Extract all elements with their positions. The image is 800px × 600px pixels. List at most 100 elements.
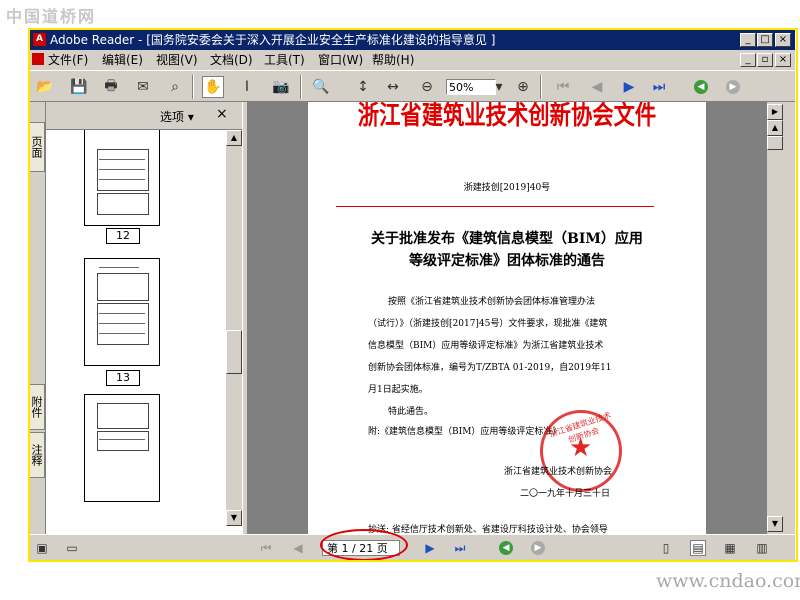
doc-scroll-thumb[interactable] — [767, 136, 783, 150]
tab-pages[interactable]: 页面 — [30, 122, 45, 172]
page-indicator-highlight — [320, 529, 408, 560]
scroll-thumb[interactable] — [226, 330, 242, 374]
panel-toggle-icon[interactable]: ▣ — [34, 540, 50, 556]
adobe-reader-window: A Adobe Reader - [国务院安委会关于深入开展企业安全生产标准化建… — [30, 30, 795, 560]
scroll-down-button[interactable]: ▼ — [226, 510, 242, 526]
issuer-name: 浙江省建筑业技术创新协会 — [504, 467, 613, 477]
hand-tool-icon[interactable]: ✋ — [202, 76, 224, 98]
fit-width-icon[interactable]: ↔ — [382, 76, 404, 98]
toolbar-separator — [192, 75, 194, 99]
snapshot-icon[interactable]: 📷 — [270, 76, 292, 98]
zoom-out-icon[interactable]: ⊖ — [416, 76, 438, 98]
status-first-page-icon[interactable]: ⏮ — [258, 540, 274, 556]
menu-edit[interactable]: 编辑(E) — [102, 52, 143, 68]
previous-page-icon[interactable]: ◀ — [586, 76, 608, 98]
fit-page-icon[interactable]: ↕ — [352, 76, 374, 98]
status-bar: ▣ ▭ ⏮ ◀ 第 1 / 21 页 ▶ ⏭ ◀ ▶ ▯ ▤ ▦ ▥ — [30, 529, 795, 560]
status-last-page-icon[interactable]: ⏭ — [452, 540, 468, 556]
status-back-icon[interactable]: ◀ — [498, 540, 514, 556]
menu-file[interactable]: 文件(F) — [48, 52, 88, 68]
cc-line: 抄送: 省经信厅技术创新处、省建设厅科技设计处、协会领导 — [368, 525, 608, 534]
document-viewport: 浙江省建筑业技术创新协会文件 浙建技创[2019]40号 关于批准发布《建筑信息… — [248, 102, 767, 534]
doc-scroll-right-button[interactable]: ▶ — [767, 104, 783, 120]
attachment-line: 附:《建筑信息模型（BIM）应用等级评定标准》 — [368, 427, 562, 437]
panel-options-menu[interactable]: 选项 ▾ — [160, 108, 194, 125]
page-thumbnail-14[interactable] — [84, 394, 160, 502]
status-previous-page-icon[interactable]: ◀ — [290, 540, 306, 556]
menu-view[interactable]: 视图(V) — [156, 52, 198, 68]
menu-bar: 文件(F) 编辑(E) 视图(V) 文档(D) 工具(T) 窗口(W) 帮助(H… — [30, 50, 795, 70]
doc-scroll-down-button[interactable]: ▼ — [767, 516, 783, 532]
single-page-view-icon[interactable]: ▯ — [658, 540, 674, 556]
closing-line: 特此通告。 — [388, 407, 434, 417]
select-text-icon[interactable]: I — [236, 76, 258, 98]
title-bar: A Adobe Reader - [国务院安委会关于深入开展企业安全生产标准化建… — [30, 30, 795, 50]
document-scrollbar[interactable]: ▶ ▲ ▼ — [767, 102, 783, 534]
zoom-in-tool-icon[interactable]: 🔍 — [310, 76, 332, 98]
go-forward-icon[interactable]: ▶ — [722, 76, 744, 98]
doc-close-button[interactable]: × — [775, 53, 791, 67]
panel-close-icon[interactable]: × — [216, 106, 228, 122]
status-next-page-icon[interactable]: ▶ — [422, 540, 438, 556]
save-icon[interactable]: 💾 — [68, 76, 90, 98]
page-thumbnail-13[interactable] — [84, 258, 160, 366]
minimize-panel-icon[interactable]: ▭ — [64, 540, 80, 556]
official-seal: 浙江省建筑业技术创新协会 ★ — [540, 410, 622, 492]
document-icon[interactable] — [32, 53, 44, 65]
continuous-facing-view-icon[interactable]: ▥ — [754, 540, 770, 556]
go-back-icon[interactable]: ◀ — [690, 76, 712, 98]
document-number: 浙建技创[2019]40号 — [463, 183, 551, 193]
tab-comments[interactable]: 注释 — [30, 432, 45, 478]
thumbnail-scrollbar[interactable]: ▲ ▼ — [226, 130, 242, 526]
menu-help[interactable]: 帮助(H) — [372, 52, 414, 68]
zoom-dropdown-icon[interactable]: ▾ — [488, 76, 510, 98]
body-paragraph-line: 按照《浙江省建筑业技术创新协会团体标准管理办法 — [388, 297, 596, 307]
toolbar: 📂 💾 🖶 ✉ ⌕ ✋ I 📷 🔍 ↕ ↔ ⊖ 50% ▾ ⊕ ⏮ ◀ ▶ ⏭ … — [30, 70, 795, 102]
thumbnail-label-13: 13 — [106, 370, 140, 386]
minimize-button[interactable]: _ — [740, 33, 756, 47]
menu-window[interactable]: 窗口(W) — [318, 52, 363, 68]
watermark-top: 中国道桥网 — [6, 7, 97, 26]
zoom-in-icon[interactable]: ⊕ — [512, 76, 534, 98]
doc-restore-button[interactable]: ▫ — [757, 53, 773, 67]
body-paragraph-line: 信息模型（BIM）应用等级评定标准》为浙江省建筑业技术 — [368, 341, 604, 351]
thumbnail-list: 12 13 — [46, 130, 226, 526]
scroll-up-button[interactable]: ▲ — [226, 130, 242, 146]
menu-document[interactable]: 文档(D) — [210, 52, 253, 68]
toolbar-separator — [300, 75, 302, 99]
toolbar-separator — [540, 75, 542, 99]
notice-title-line-1: 关于批准发布《建筑信息模型（BIM）应用 — [371, 231, 643, 247]
window-title: Adobe Reader - [国务院安委会关于深入开展企业安全生产标准化建设的… — [50, 33, 496, 47]
navigation-tabs: 页面 附件 注释 — [30, 102, 46, 534]
tab-attachments[interactable]: 附件 — [30, 384, 45, 430]
email-icon[interactable]: ✉ — [132, 76, 154, 98]
body-paragraph-line: 月1日起实施。 — [368, 385, 428, 395]
panel-header: 选项 ▾ × — [46, 102, 242, 130]
doc-minimize-button[interactable]: _ — [740, 53, 756, 67]
next-page-icon[interactable]: ▶ — [618, 76, 640, 98]
first-page-icon[interactable]: ⏮ — [552, 76, 574, 98]
open-icon[interactable]: 📂 — [34, 76, 56, 98]
watermark-bottom: www.cndao.com — [656, 570, 800, 592]
thumbnail-label-12: 12 — [106, 228, 140, 244]
close-button[interactable]: × — [775, 33, 791, 47]
body-paragraph-line: （试行）》（浙建技创[2017]45号）文件要求，现批准《建筑 — [368, 319, 608, 329]
notice-title: 关于批准发布《建筑信息模型（BIM）应用 等级评定标准》团体标准的通告 — [338, 228, 676, 272]
last-page-icon[interactable]: ⏭ — [648, 76, 670, 98]
seal-star-icon: ★ — [569, 433, 593, 463]
document-header-title: 浙江省建筑业技术创新协会文件 — [357, 102, 657, 131]
doc-scroll-up-button[interactable]: ▲ — [767, 120, 783, 136]
status-forward-icon[interactable]: ▶ — [530, 540, 546, 556]
pages-panel: 选项 ▾ × 12 13 ▲ ▼ — [46, 102, 242, 534]
maximize-button[interactable]: □ — [757, 33, 773, 47]
notice-title-line-2: 等级评定标准》团体标准的通告 — [409, 253, 605, 269]
screenshot-frame: 中国道桥网 A Adobe Reader - [国务院安委会关于深入开展企业安全… — [0, 0, 800, 600]
document-page: 浙江省建筑业技术创新协会文件 浙建技创[2019]40号 关于批准发布《建筑信息… — [308, 102, 706, 534]
continuous-view-icon[interactable]: ▤ — [690, 540, 706, 556]
print-icon[interactable]: 🖶 — [100, 76, 122, 98]
search-icon[interactable]: ⌕ — [164, 76, 186, 98]
red-divider — [336, 206, 654, 207]
page-thumbnail-12[interactable] — [84, 130, 160, 226]
facing-view-icon[interactable]: ▦ — [722, 540, 738, 556]
menu-tools[interactable]: 工具(T) — [264, 52, 305, 68]
